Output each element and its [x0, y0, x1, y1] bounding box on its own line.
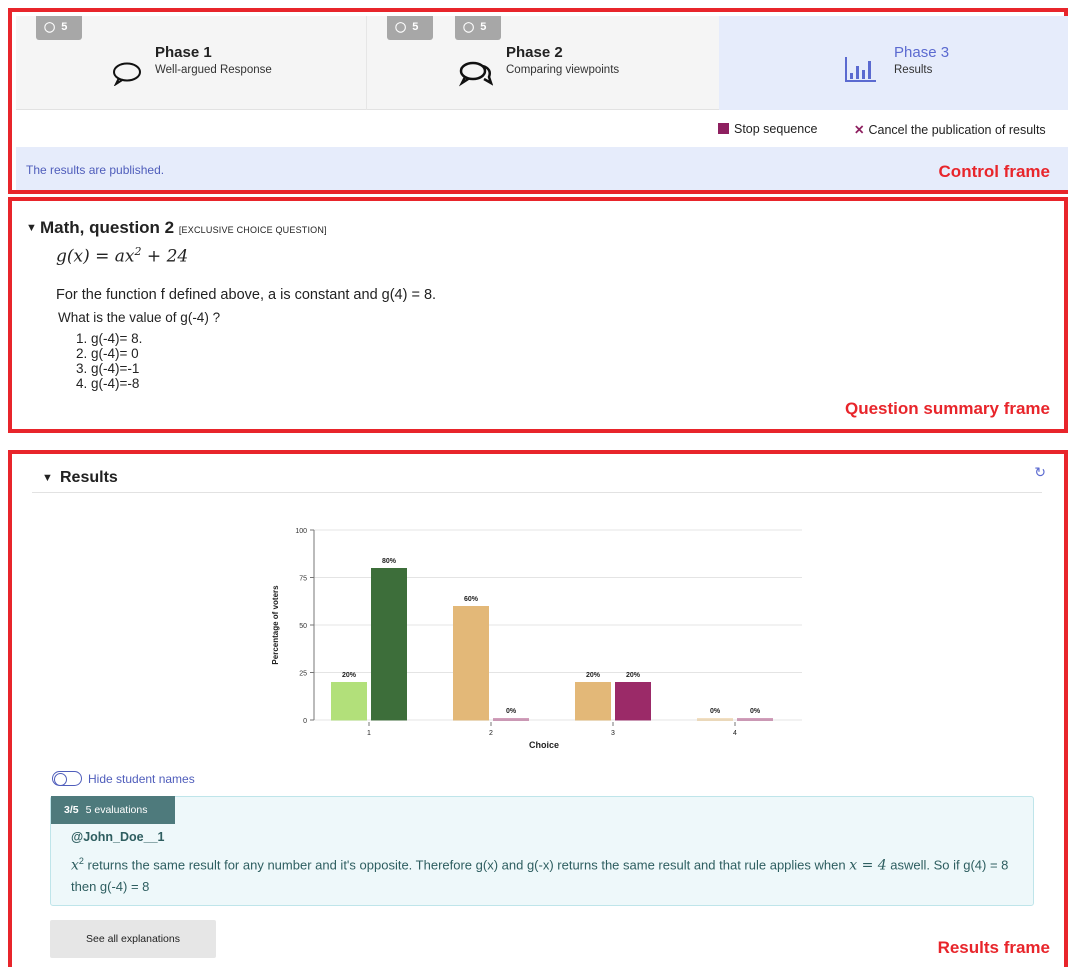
- phase-3-step[interactable]: Phase 3 Results: [719, 16, 1068, 110]
- phase-2-comment-badge-2: ◯ 5: [455, 16, 501, 40]
- see-all-explanations-button[interactable]: See all explanations: [50, 920, 216, 958]
- phase-2-step[interactable]: ◯ 5 ◯ 5 Phase 2 Comparing viewpoints: [366, 16, 716, 110]
- bar: [615, 682, 651, 720]
- question-formula: g(x) = ax2 + 24: [56, 245, 189, 267]
- bar-chart-icon: [845, 57, 876, 82]
- results-title: Results: [60, 469, 118, 486]
- bar-baseline: [493, 718, 529, 721]
- results-frame: ▼ Results ↻ 0 25 50 75 100 1 20% 80% 2 60% 0% 3 20% 2…: [8, 450, 1068, 967]
- stop-sequence-button[interactable]: Stop sequence: [718, 122, 817, 136]
- y-axis-label: Percentage of voters: [271, 585, 280, 665]
- bar-baseline: [697, 718, 733, 721]
- y-tick-label: 50: [299, 623, 307, 630]
- phase-1-step[interactable]: ◯ 5 Phase 1 Well-argued Response: [16, 16, 366, 110]
- x-axis-label: Choice: [529, 740, 559, 750]
- y-tick-label: 25: [299, 671, 307, 678]
- phase-2-title: Phase 2: [506, 44, 563, 61]
- results-frame-label: Results frame: [937, 938, 1050, 957]
- question-text-2: What is the value of g(-4) ?: [58, 310, 221, 325]
- question-text-1: For the function f defined above, a is c…: [56, 287, 437, 303]
- results-bar-chart: 0 25 50 75 100 1 20% 80% 2 60% 0% 3 20% 20% 4 0% 0% Choic…: [271, 528, 802, 750]
- status-bar: The results are published.: [16, 147, 1068, 190]
- stop-square-icon: [718, 123, 729, 134]
- y-tick-label: 75: [299, 576, 307, 583]
- bar-value-label: 20%: [586, 672, 601, 679]
- y-tick-label: 0: [303, 718, 307, 725]
- evaluation-badge: 3/5 5 evaluations: [51, 796, 175, 824]
- bar-value-label: 20%: [626, 672, 641, 679]
- close-icon: ✕: [854, 123, 865, 137]
- phase-2-subtitle: Comparing viewpoints: [506, 64, 620, 76]
- explanation-author: @John_Doe__1: [71, 830, 165, 844]
- phase-1-subtitle: Well-argued Response: [155, 64, 272, 76]
- two-speech-bubbles-icon: [459, 61, 493, 87]
- question-frame-label: Question summary frame: [844, 399, 1050, 418]
- bar-baseline: [737, 718, 773, 721]
- option-1: 1. g(-4)= 8.: [76, 331, 143, 346]
- x-tick-label: 3: [611, 730, 615, 737]
- phase-3-subtitle: Results: [894, 64, 933, 76]
- toggle-switch[interactable]: [52, 771, 82, 786]
- phase-1-comment-badge: ◯ 5: [36, 16, 82, 40]
- x-tick-label: 4: [733, 730, 737, 737]
- explanation-card: 3/5 5 evaluations @John_Doe__1 x2 returns…: [50, 796, 1034, 906]
- bar-value-label: 60%: [464, 596, 479, 603]
- phase-2-comment-badge: ◯ 5: [387, 16, 433, 40]
- collapse-caret-icon[interactable]: ▼: [26, 222, 37, 234]
- speech-bubble-icon: [113, 62, 141, 86]
- option-3: 3. g(-4)=-1: [76, 361, 140, 376]
- question-summary-frame: ▼ Math, question 2 [EXCLUSIVE CHOICE QUE…: [8, 197, 1068, 433]
- bar-value-label: 80%: [382, 558, 397, 565]
- refresh-icon[interactable]: ↻: [1034, 464, 1046, 481]
- x-tick-label: 1: [367, 730, 371, 737]
- bar-value-label: 20%: [342, 672, 357, 679]
- control-actions: Stop sequence ✕ Cancel the publication of…: [16, 110, 1068, 147]
- question-options: 1. g(-4)= 8. 2. g(-4)= 0 3. g(-4)=-1 4. …: [76, 331, 142, 391]
- question-type-tag: [EXCLUSIVE CHOICE QUESTION]: [178, 225, 327, 235]
- phase-1-title: Phase 1: [155, 44, 212, 61]
- bar-value-label: 0%: [506, 708, 517, 715]
- option-2: 2. g(-4)= 0: [76, 346, 139, 361]
- bar: [331, 682, 367, 720]
- phase-3-title: Phase 3: [894, 44, 950, 61]
- question-title: Math, question 2 [EXCLUSIVE CHOICE QUEST…: [40, 218, 327, 237]
- cancel-publication-button[interactable]: ✕ Cancel the publication of results: [854, 122, 1046, 137]
- control-frame: ◯ 5 Phase 1 Well-argued Response ◯ 5 ◯ 5 Ph…: [8, 8, 1068, 194]
- status-message: The results are published.: [26, 163, 165, 177]
- explanation-text: x2 returns the same result for any numbe…: [71, 856, 1009, 895]
- y-tick-label: 100: [295, 528, 307, 535]
- bar: [453, 606, 489, 720]
- collapse-caret-icon[interactable]: ▼: [42, 472, 53, 484]
- option-4: 4. g(-4)=-8: [76, 376, 140, 391]
- bar-value-label: 0%: [750, 708, 761, 715]
- divider: [32, 492, 1042, 493]
- control-frame-label: Control frame: [938, 162, 1050, 181]
- x-tick-label: 2: [489, 730, 493, 737]
- bar: [371, 568, 407, 720]
- phase-bar: ◯ 5 Phase 1 Well-argued Response ◯ 5 ◯ 5 Ph…: [16, 16, 1068, 110]
- hide-names-toggle[interactable]: Hide student names: [52, 771, 195, 786]
- bar: [575, 682, 611, 720]
- bar-value-label: 0%: [710, 708, 721, 715]
